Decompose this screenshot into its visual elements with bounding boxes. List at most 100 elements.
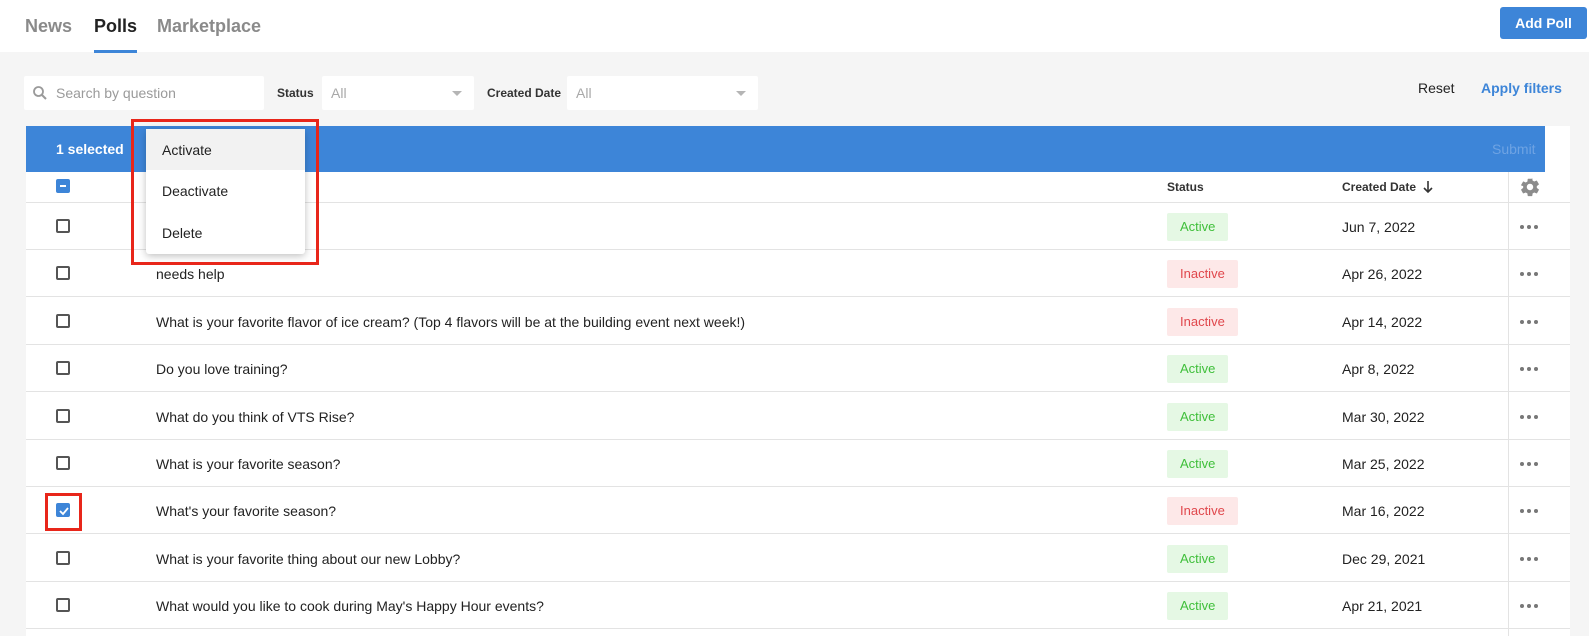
poll-question: What is your favorite thing about our ne… xyxy=(156,550,461,567)
status-badge: Active xyxy=(1167,355,1229,384)
dot xyxy=(1520,319,1524,324)
status-badge: Active xyxy=(1167,213,1229,241)
dot xyxy=(1520,462,1524,466)
arrow-down-icon[interactable] xyxy=(1422,180,1434,194)
created-date: Mar 25, 2022 xyxy=(1342,456,1425,472)
dot xyxy=(1527,225,1531,229)
poll-question: What is your favorite season? xyxy=(156,456,341,472)
dot xyxy=(1520,604,1524,609)
top-navigation: News Polls Marketplace Add Poll xyxy=(0,0,1589,53)
reset-filters-button[interactable]: Reset xyxy=(1418,80,1455,96)
created-date: Dec 29, 2021 xyxy=(1342,550,1426,567)
dot xyxy=(1534,414,1538,419)
table-row[interactable]: What do you think of VTS Rise? Active Mar … xyxy=(26,393,1570,440)
dot xyxy=(1520,367,1524,372)
created-date-column-header[interactable]: Created Date xyxy=(1342,180,1416,194)
dot xyxy=(1520,414,1524,419)
search-box xyxy=(24,76,264,110)
dot xyxy=(1534,556,1538,561)
row-checkbox[interactable] xyxy=(56,550,70,565)
apply-filters-button[interactable]: Apply filters xyxy=(1481,80,1562,96)
dot xyxy=(1527,272,1531,277)
more-horizontal-icon[interactable] xyxy=(1520,272,1538,277)
status-badge: Active xyxy=(1167,544,1229,573)
poll-question: What's your favorite season? xyxy=(156,503,337,520)
row-checkbox[interactable] xyxy=(56,313,70,328)
selected-count: 1 selected xyxy=(56,141,124,157)
created-date-filter-label: Created Date xyxy=(487,86,562,100)
more-horizontal-icon[interactable] xyxy=(1520,225,1538,229)
created-date-filter-value: All xyxy=(576,85,592,101)
dot xyxy=(1527,367,1531,372)
table-row[interactable]: What is your favorite flavor of ice crea… xyxy=(26,298,1570,345)
row-checkbox[interactable] xyxy=(56,456,70,470)
status-badge: Active xyxy=(1167,402,1229,431)
poll-question: What would you like to cook during May's… xyxy=(156,598,544,615)
add-poll-button[interactable]: Add Poll xyxy=(1500,7,1587,39)
table-row[interactable]: What's your favorite season? Inactive Mar … xyxy=(26,487,1570,535)
table-row[interactable]: What would you like to cook during May's… xyxy=(26,582,1570,630)
poll-question: What do you think of VTS Rise? xyxy=(156,408,355,425)
gear-icon[interactable] xyxy=(1519,176,1541,198)
status-badge: Inactive xyxy=(1167,260,1238,289)
chevron-down-icon xyxy=(452,91,462,96)
status-badge: Active xyxy=(1167,592,1229,621)
row-checkbox[interactable] xyxy=(56,598,70,613)
more-horizontal-icon[interactable] xyxy=(1520,462,1538,466)
status-badge: Inactive xyxy=(1167,307,1238,336)
dot xyxy=(1527,509,1531,514)
dot xyxy=(1534,225,1538,229)
dot xyxy=(1534,462,1538,466)
status-badge: Inactive xyxy=(1167,497,1238,526)
more-horizontal-icon[interactable] xyxy=(1520,509,1538,514)
row-checkbox[interactable] xyxy=(56,361,70,376)
more-horizontal-icon[interactable] xyxy=(1520,319,1538,324)
search-icon xyxy=(33,86,47,100)
created-date: Apr 26, 2022 xyxy=(1342,266,1423,283)
created-date: Jun 7, 2022 xyxy=(1342,219,1416,235)
status-filter-value: All xyxy=(331,85,347,101)
tab-news[interactable]: News xyxy=(25,16,72,37)
poll-question: needs help xyxy=(156,266,225,283)
more-horizontal-icon[interactable] xyxy=(1520,556,1538,561)
dot xyxy=(1534,272,1538,277)
created-date: Mar 30, 2022 xyxy=(1342,408,1425,425)
status-filter-select[interactable]: All xyxy=(322,76,474,110)
submit-button[interactable]: Submit xyxy=(1492,141,1536,157)
table-row[interactable]: Do you love training? Active Apr 8, 2022 xyxy=(26,345,1570,393)
table-row[interactable]: What is your favorite thing about our ne… xyxy=(26,535,1570,582)
status-filter-label: Status xyxy=(277,86,314,100)
more-horizontal-icon[interactable] xyxy=(1520,367,1538,372)
status-badge: Active xyxy=(1167,450,1229,478)
chevron-down-icon xyxy=(736,91,746,96)
dot xyxy=(1527,414,1531,419)
dot xyxy=(1527,319,1531,324)
row-checkbox[interactable] xyxy=(56,219,70,233)
row-checkbox[interactable] xyxy=(56,408,70,423)
dot xyxy=(1520,225,1524,229)
poll-question: Do you love training? xyxy=(156,361,288,378)
table-row[interactable]: What is your favorite season? Active Mar 2… xyxy=(26,440,1570,487)
menu-highlight-box xyxy=(131,119,319,265)
created-date: Mar 16, 2022 xyxy=(1342,503,1425,520)
row-checkbox[interactable] xyxy=(56,266,70,281)
dot xyxy=(1527,604,1531,609)
status-column-header[interactable]: Status xyxy=(1167,180,1204,194)
dot xyxy=(1527,462,1531,466)
dot xyxy=(1520,272,1524,277)
tab-polls[interactable]: Polls xyxy=(94,16,138,53)
more-horizontal-icon[interactable] xyxy=(1520,414,1538,419)
dot xyxy=(1534,604,1538,609)
created-date: Apr 14, 2022 xyxy=(1342,313,1423,330)
select-all-checkbox[interactable] xyxy=(56,179,70,193)
created-date-filter-select[interactable]: All xyxy=(567,76,758,110)
poll-question: What is your favorite flavor of ice crea… xyxy=(156,313,746,330)
tab-marketplace[interactable]: Marketplace xyxy=(157,16,261,37)
dot xyxy=(1534,367,1538,372)
created-date: Apr 21, 2021 xyxy=(1342,598,1423,615)
search-input[interactable] xyxy=(56,76,256,110)
more-horizontal-icon[interactable] xyxy=(1520,604,1538,609)
dot xyxy=(1520,509,1524,514)
created-date: Apr 8, 2022 xyxy=(1342,361,1415,378)
dot xyxy=(1527,556,1531,561)
